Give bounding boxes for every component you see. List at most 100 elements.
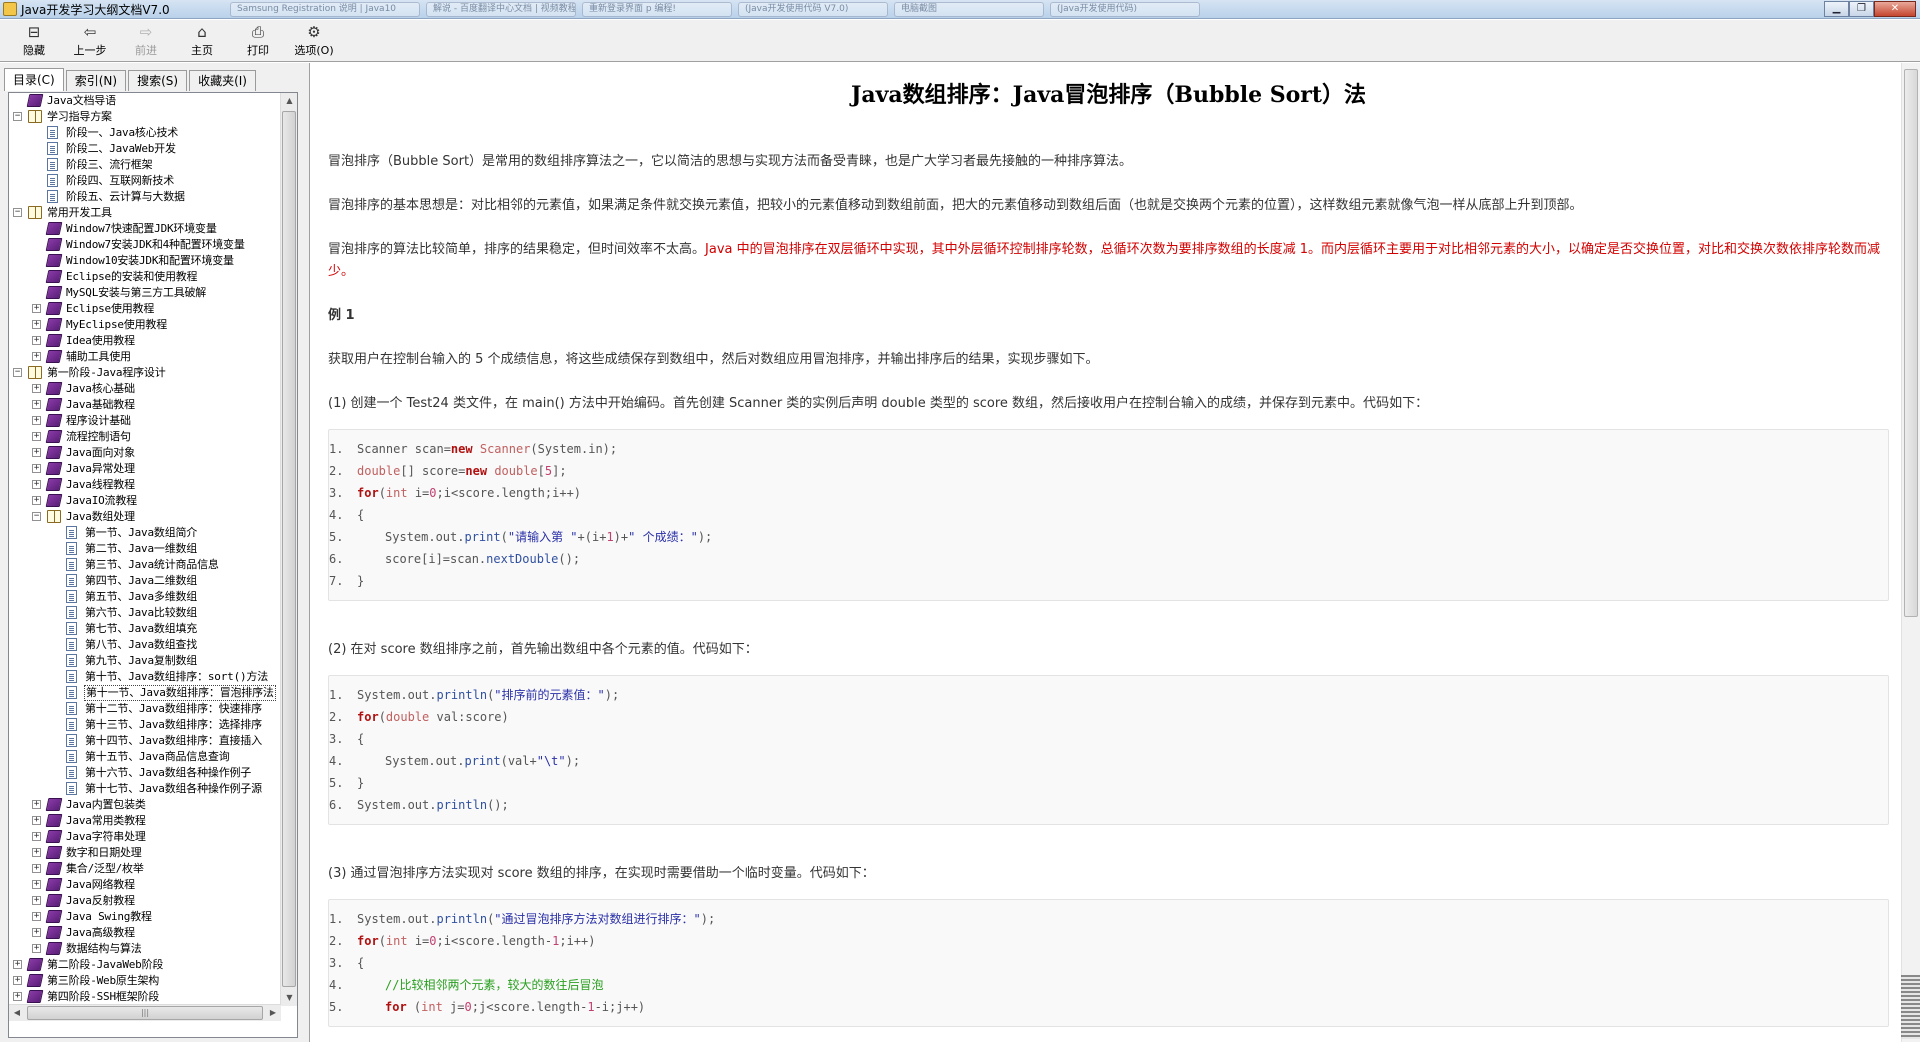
collapse-icon[interactable]: − [13, 368, 22, 377]
expand-icon[interactable]: + [32, 320, 41, 329]
tab-search[interactable]: 搜索(S) [128, 70, 188, 91]
tree-hscroll-thumb[interactable]: ||| [27, 1006, 263, 1020]
tree-item[interactable]: − 第一阶段-Java程序设计 [9, 365, 281, 381]
expand-icon[interactable]: + [32, 912, 41, 921]
tree-item[interactable]: + Java内置包装类 [9, 797, 281, 813]
tree-item[interactable]: + 第二阶段-JavaWeb阶段 [9, 957, 281, 973]
toolbar-button-options[interactable]: ⚙ 选项(O) [286, 20, 342, 60]
tree-item[interactable]: 阶段二、JavaWeb开发 [9, 141, 281, 157]
expand-icon[interactable]: + [32, 800, 41, 809]
tree-item[interactable]: 第二节、Java一维数组 [9, 541, 281, 557]
tree-item[interactable]: 阶段一、Java核心技术 [9, 125, 281, 141]
tree-item[interactable]: + Java常用类教程 [9, 813, 281, 829]
scroll-up-arrow-icon[interactable]: ▲ [281, 93, 297, 109]
tree-item[interactable]: 第六节、Java比较数组 [9, 605, 281, 621]
expand-icon[interactable]: + [32, 336, 41, 345]
tree-item[interactable]: 第四节、Java二维数组 [9, 573, 281, 589]
close-button[interactable]: ✕ [1874, 1, 1916, 17]
expand-icon[interactable]: + [32, 304, 41, 313]
tree-item[interactable]: + MyEclipse使用教程 [9, 317, 281, 333]
tree-item[interactable]: + 第三阶段-Web原生架构 [9, 973, 281, 989]
tree-item[interactable]: 第十四节、Java数组排序：直接插入 [9, 733, 281, 749]
expand-icon[interactable]: + [32, 464, 41, 473]
tab-contents[interactable]: 目录(C) [4, 68, 64, 91]
scroll-right-arrow-icon[interactable]: ▶ [265, 1005, 281, 1021]
toolbar-button-home[interactable]: ⌂ 主页 [174, 20, 230, 60]
tab-favorites[interactable]: 收藏夹(I) [189, 70, 256, 91]
expand-icon[interactable]: + [32, 864, 41, 873]
tree-item[interactable]: Window10安装JDK和配置环境变量 [9, 253, 281, 269]
expand-icon[interactable]: + [32, 416, 41, 425]
tree-item[interactable]: − 常用开发工具 [9, 205, 281, 221]
expand-icon[interactable]: + [32, 400, 41, 409]
expand-icon[interactable]: + [32, 896, 41, 905]
tree-item[interactable]: + 数字和日期处理 [9, 845, 281, 861]
expand-icon[interactable]: + [32, 448, 41, 457]
toolbar-button-print[interactable]: ⎙ 打印 [230, 20, 286, 60]
resize-grip-icon[interactable] [1901, 975, 1920, 1039]
expand-icon[interactable]: + [32, 816, 41, 825]
expand-icon[interactable]: + [32, 480, 41, 489]
tree-item[interactable]: 第十六节、Java数组各种操作例子 [9, 765, 281, 781]
tree-vertical-scrollbar[interactable]: ▲ ▼ [280, 93, 297, 1006]
tree-item[interactable]: Java文档导语 [9, 93, 281, 109]
tree-item[interactable]: 第十二节、Java数组排序：快速排序 [9, 701, 281, 717]
tree-item[interactable]: 阶段五、云计算与大数据 [9, 189, 281, 205]
expand-icon[interactable]: + [32, 432, 41, 441]
expand-icon[interactable]: + [32, 928, 41, 937]
expand-icon[interactable]: + [32, 880, 41, 889]
tree-item[interactable]: − 学习指导方案 [9, 109, 281, 125]
tree-item[interactable]: 第一节、Java数组简介 [9, 525, 281, 541]
tree-item[interactable]: + Java Swing教程 [9, 909, 281, 925]
minimize-button[interactable]: ▁ [1824, 1, 1849, 17]
tree-item[interactable]: + Java基础教程 [9, 397, 281, 413]
expand-icon[interactable]: + [32, 832, 41, 841]
collapse-icon[interactable]: − [13, 112, 22, 121]
tree-item[interactable]: Window7安装JDK和4种配置环境变量 [9, 237, 281, 253]
tree-item[interactable]: + Idea使用教程 [9, 333, 281, 349]
expand-icon[interactable]: + [13, 992, 22, 1001]
expand-icon[interactable]: + [13, 976, 22, 985]
tree-item[interactable]: + Java异常处理 [9, 461, 281, 477]
content-scroll-thumb[interactable] [1904, 69, 1918, 617]
tree-item[interactable]: 第十一节、Java数组排序：冒泡排序法 [9, 685, 281, 701]
tree-item[interactable]: + 程序设计基础 [9, 413, 281, 429]
tree-item[interactable]: + Java反射教程 [9, 893, 281, 909]
tree-item[interactable]: − Java数组处理 [9, 509, 281, 525]
collapse-icon[interactable]: − [13, 208, 22, 217]
tree-item[interactable]: + Java网络教程 [9, 877, 281, 893]
expand-icon[interactable]: + [32, 352, 41, 361]
tree-item[interactable]: 第十三节、Java数组排序：选择排序 [9, 717, 281, 733]
tree-item[interactable]: + Java核心基础 [9, 381, 281, 397]
collapse-icon[interactable]: − [32, 512, 41, 521]
tree-item[interactable]: + Java线程教程 [9, 477, 281, 493]
expand-icon[interactable]: + [32, 848, 41, 857]
tree-item[interactable]: 阶段三、流行框架 [9, 157, 281, 173]
toolbar-button-hide[interactable]: ⊟ 隐藏 [6, 20, 62, 60]
tree-item[interactable]: + Eclipse使用教程 [9, 301, 281, 317]
tree-item[interactable]: MySQL安装与第三方工具破解 [9, 285, 281, 301]
scroll-down-arrow-icon[interactable]: ▼ [281, 990, 297, 1006]
content-vertical-scrollbar[interactable] [1901, 63, 1920, 1042]
toolbar-button-back-arrow[interactable]: ⇦ 上一步 [62, 20, 118, 60]
expand-icon[interactable]: + [32, 496, 41, 505]
tree-item[interactable]: Eclipse的安装和使用教程 [9, 269, 281, 285]
toolbar-button-forward-arrow[interactable]: ⇨ 前进 [118, 20, 174, 60]
tree-item[interactable]: 第十七节、Java数组各种操作例子源 [9, 781, 281, 797]
tree-item[interactable]: + JavaIO流教程 [9, 493, 281, 509]
tree-item[interactable]: Window7快速配置JDK环境变量 [9, 221, 281, 237]
tab-index[interactable]: 索引(N) [65, 70, 127, 91]
tree-item[interactable]: + 辅助工具使用 [9, 349, 281, 365]
tree-scroll-thumb[interactable] [282, 111, 296, 987]
tree-item[interactable]: 第九节、Java复制数组 [9, 653, 281, 669]
tree-item[interactable]: + Java高级教程 [9, 925, 281, 941]
expand-icon[interactable]: + [32, 384, 41, 393]
tree-item[interactable]: 第五节、Java多维数组 [9, 589, 281, 605]
tree-item[interactable]: 第三节、Java统计商品信息 [9, 557, 281, 573]
tree-item[interactable]: 第十节、Java数组排序：sort()方法 [9, 669, 281, 685]
tree-item[interactable]: 阶段四、互联网新技术 [9, 173, 281, 189]
tree-item[interactable]: + 流程控制语句 [9, 429, 281, 445]
tree-item[interactable]: + 第四阶段-SSH框架阶段 [9, 989, 281, 1005]
tree-item[interactable]: 第十五节、Java商品信息查询 [9, 749, 281, 765]
tree-item[interactable]: 第七节、Java数组填充 [9, 621, 281, 637]
